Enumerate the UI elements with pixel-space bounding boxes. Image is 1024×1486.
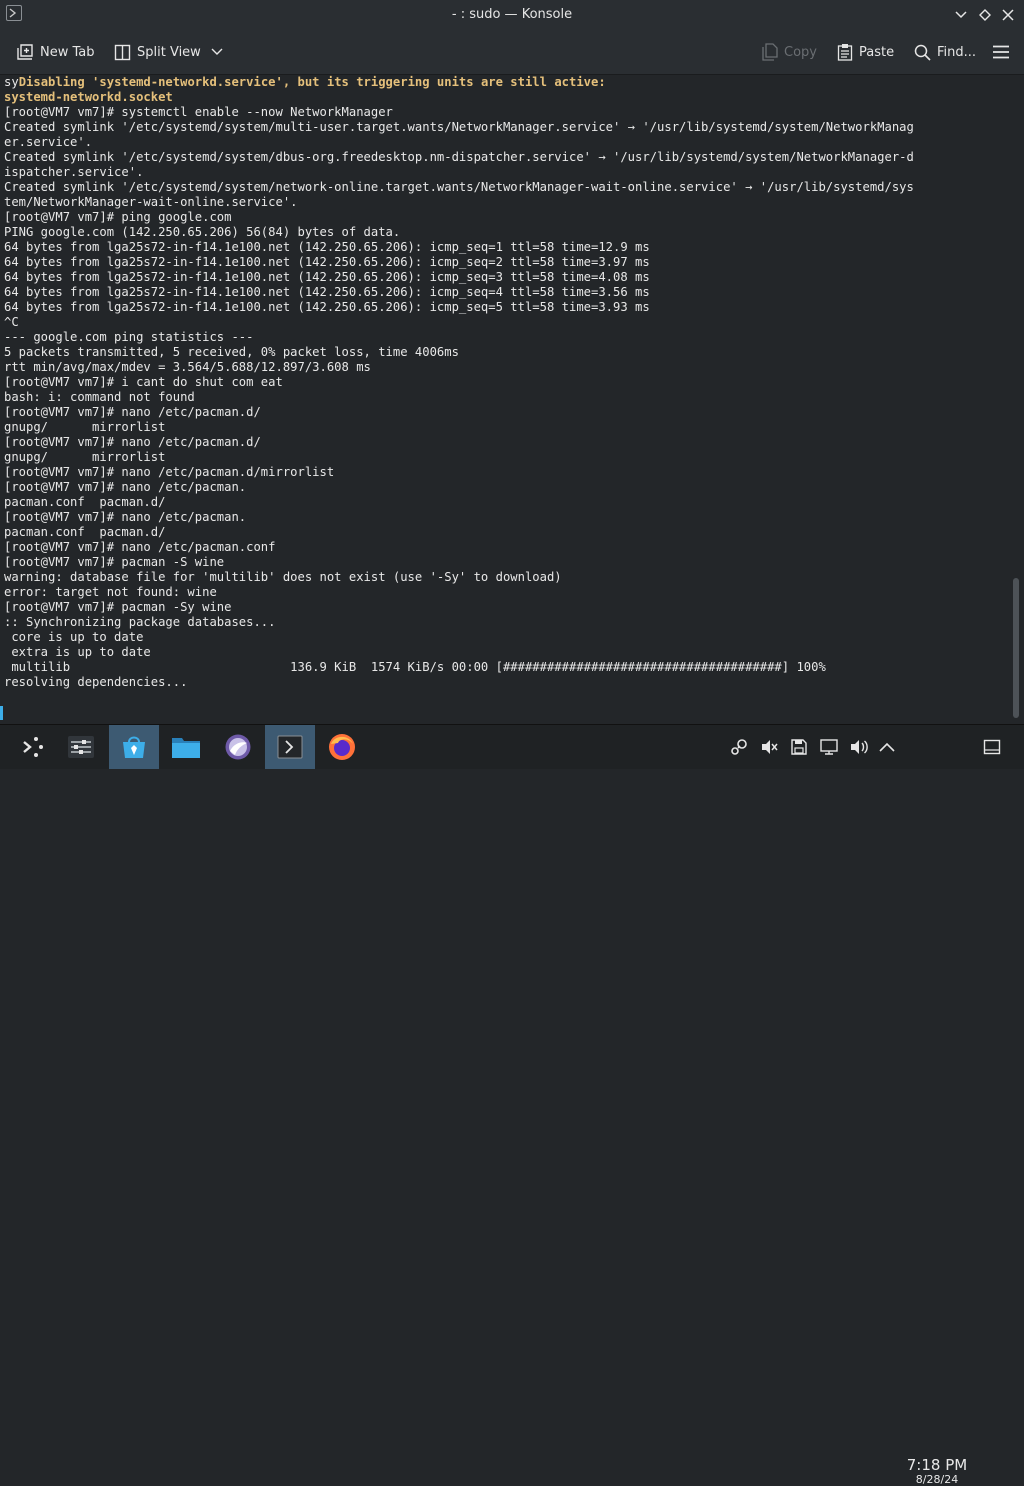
steam-deck-launcher-icon	[23, 737, 43, 757]
new-tab-label: New Tab	[40, 44, 95, 60]
search-icon	[914, 44, 931, 61]
split-view-icon	[114, 44, 131, 60]
taskbar-dolphin[interactable]	[161, 725, 211, 769]
title-bar: - : sudo — Konsole	[0, 0, 1024, 30]
new-tab-icon	[17, 44, 33, 60]
split-view-label: Split View	[137, 44, 201, 60]
globe-app-icon	[225, 734, 251, 760]
maximize-button[interactable]	[976, 6, 994, 24]
tray-steam-icon[interactable]	[729, 737, 749, 757]
chevron-down-icon	[955, 11, 967, 19]
new-tab-button[interactable]: New Tab	[16, 40, 95, 64]
toolbar: New Tab Split View Copy Paste Find...	[0, 30, 1024, 75]
taskbar-system-settings[interactable]	[56, 725, 106, 769]
tray-network[interactable]	[819, 737, 839, 757]
terminal-warning-line: Disabling 'systemd-networkd.service', bu…	[18, 75, 606, 89]
tray-audio-muted[interactable]	[759, 737, 779, 757]
folder-icon	[172, 738, 200, 758]
paste-button[interactable]: Paste	[837, 40, 894, 64]
steam-icon	[731, 739, 747, 755]
close-icon	[1002, 9, 1014, 21]
clock-date[interactable]: 8/28/24	[904, 1473, 970, 1486]
paste-label: Paste	[859, 44, 895, 60]
close-button[interactable]	[999, 6, 1017, 24]
terminal-fragment: sy	[4, 75, 19, 89]
terminal-cursor	[0, 706, 3, 720]
hamburger-menu-icon	[993, 45, 1009, 59]
hamburger-menu-button[interactable]	[992, 40, 1010, 64]
volume-icon	[851, 740, 868, 754]
terminal-icon	[277, 735, 303, 759]
copy-button[interactable]: Copy	[762, 40, 817, 64]
tray-volume[interactable]	[849, 737, 869, 757]
paste-icon	[837, 44, 853, 61]
copy-label: Copy	[784, 44, 817, 60]
taskbar-discover[interactable]	[109, 725, 159, 769]
firefox-icon	[329, 734, 355, 760]
speaker-muted-icon	[762, 740, 778, 754]
copy-icon	[762, 43, 778, 61]
terminal-text: [root@VM7 vm7]# systemctl enable --now N…	[4, 105, 914, 689]
taskbar-konsole[interactable]	[265, 725, 315, 769]
tray-storage[interactable]	[789, 737, 809, 757]
chevron-down-icon	[211, 48, 223, 55]
split-view-button[interactable]: Split View	[114, 40, 223, 64]
clock-time[interactable]: 7:18 PM	[904, 1456, 970, 1474]
scrollbar-thumb[interactable]	[1013, 578, 1019, 718]
taskbar: 7:18 PM 8/28/24	[0, 724, 1024, 1486]
terminal-warning-unit: systemd-networkd.socket	[4, 90, 173, 104]
minimize-button[interactable]	[952, 6, 970, 24]
diamond-icon	[979, 9, 991, 21]
app-launcher-button[interactable]	[8, 725, 58, 769]
find-label: Find...	[937, 44, 977, 60]
settings-sliders-icon	[68, 736, 94, 758]
show-desktop-icon	[983, 739, 1001, 755]
taskbar-firefox[interactable]	[317, 725, 367, 769]
window-title: - : sudo — Konsole	[451, 7, 573, 22]
chevron-up-icon	[879, 742, 895, 752]
discover-store-icon	[123, 736, 145, 758]
save-disk-icon	[791, 739, 807, 755]
show-desktop-button[interactable]	[982, 737, 1002, 757]
tray-expand-button[interactable]	[877, 737, 897, 757]
network-wired-icon	[820, 739, 838, 755]
taskbar-browser-app[interactable]	[213, 725, 263, 769]
find-button[interactable]: Find...	[914, 40, 976, 64]
terminal-output[interactable]: syDisabling 'systemd-networkd.service', …	[0, 75, 1010, 723]
